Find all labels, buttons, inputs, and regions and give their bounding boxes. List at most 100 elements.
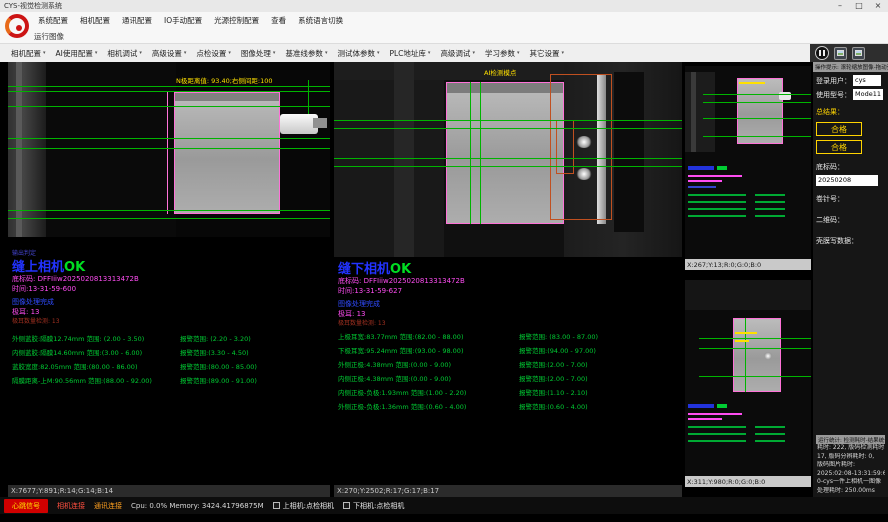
toolbar-label: 测试体参数 (337, 48, 375, 59)
alarm-range-text: 报警范围:(0.60 - 4.00) (519, 404, 588, 412)
toolbar-spotcheck-settings[interactable]: 点检设置▾ (191, 48, 236, 59)
menu-bar: 系统配置 相机配置 通讯配置 IO手动配置 光源控制配置 查看 系统语言切换 (0, 12, 888, 30)
menu-language-switch[interactable]: 系统语言切换 (292, 12, 349, 30)
checkbox-top-camera[interactable] (273, 502, 280, 509)
model-row: 使用型号： Mode11 (816, 89, 885, 100)
close-icon[interactable]: × (872, 0, 884, 12)
toolbar-plc-address[interactable]: PLC地址库▾ (384, 48, 435, 59)
micro-text-green (688, 440, 746, 442)
time-text: 时间:13-31-59-600 (12, 285, 76, 293)
status-bar: 心跳信号 相机连接 通讯连接 Cpu: 0.0% Memory: 3424.41… (0, 497, 888, 514)
toolbar-image-processing[interactable]: 图像处理▾ (236, 48, 281, 59)
menu-light-control-config[interactable]: 光源控制配置 (208, 12, 265, 30)
app-window: CYS-视觉检测系统 – □ × 系统配置 相机配置 通讯配置 IO手动配置 光… (0, 0, 888, 522)
result-line: 缝上相机OK (12, 256, 85, 276)
result-line: 缝下相机OK (338, 258, 411, 278)
preview-bottom-view[interactable] (685, 280, 811, 476)
toolbar-baseline-params[interactable]: 基准线参数▾ (280, 48, 332, 59)
camera-bottom-panel: AI检测模点 缝下相机OK 底标码: DFFIiiw20250208133134… (334, 62, 682, 497)
menu-io-manual-config[interactable]: IO手动配置 (158, 12, 208, 30)
needle-row: 卷针号： (816, 194, 885, 204)
camera-top-panel: N极距离值: 93.40;右侧间距:100 输出判定 缝上相机OK 底标码: D… (8, 62, 330, 497)
chevron-down-icon: ▾ (228, 50, 231, 56)
heartbeat-button[interactable]: 心跳信号 (4, 499, 48, 513)
micro-text-magenta (688, 180, 722, 182)
camera-bottom-view[interactable]: AI检测模点 缝下相机OK 底标码: DFFIiiw20250208133134… (334, 62, 682, 485)
chevron-down-icon: ▾ (472, 50, 475, 56)
stats-line: 版码图片耗时: (816, 461, 885, 470)
measure-line (703, 102, 811, 103)
toolbar-other-settings[interactable]: 其它设置▾ (524, 48, 569, 59)
stats-line: 2025:02:08-13:31:59:65 (816, 470, 885, 479)
preview-top-coordbar: X:267;Y:13;R:0;G:0;B:0 (685, 259, 811, 270)
camera-top-view[interactable]: N极距离值: 93.40;右侧间距:100 输出判定 缝上相机OK 底标码: D… (8, 62, 330, 485)
chevron-down-icon: ▾ (95, 50, 98, 56)
alarm-range-text: 报警范围:(80.00 - 85.00) (180, 364, 257, 372)
toolbar-advanced-settings[interactable]: 高级设置▾ (147, 48, 192, 59)
pause-button[interactable] (815, 46, 829, 60)
toolbar-label: 其它设置 (529, 48, 559, 59)
overlay-measure-text: AI检测模点 (484, 70, 516, 78)
app-logo-icon (5, 14, 29, 38)
checkbox-bottom-camera[interactable] (343, 502, 350, 509)
toolbar-testbody-params[interactable]: 测试体参数▾ (332, 48, 384, 59)
toolbar-ai-config[interactable]: AI使用配置▾ (51, 48, 103, 59)
pixel-coord-text: X:7677;Y:891;R:14;G:14;B:14 (11, 487, 113, 495)
micro-text-green (717, 166, 727, 170)
measurement-text: 内侧蓝胶:隔膜14.60mm 范围:(3.00 - 6.00) (12, 350, 142, 358)
minimize-icon[interactable]: – (834, 0, 846, 12)
measure-line (8, 138, 330, 139)
preview-bottom: X:311;Y:980;R:0;G:0;B:0 (685, 280, 811, 487)
alarm-range-text: 报警范围:(89.00 - 91.00) (180, 378, 257, 386)
chevron-down-icon: ▾ (43, 50, 46, 56)
machine-block (334, 80, 444, 257)
measure-line (8, 106, 330, 107)
preview-top: X:267;Y:13;R:0;G:0;B:0 (685, 66, 811, 270)
micro-text-green (688, 426, 746, 428)
cell-object-mini (733, 318, 781, 392)
menu-view[interactable]: 查看 (265, 12, 292, 30)
alarm-range-text: 报警范围:(2.00 - 7.00) (519, 362, 588, 370)
checkbox-bottom-label: 下相机:点检相机 (353, 501, 404, 511)
toolbar-advanced-debug[interactable]: 高级调试▾ (435, 48, 480, 59)
user-row: 登录用户： cys (816, 75, 885, 86)
maximize-icon[interactable]: □ (853, 0, 865, 12)
measure-vline (745, 318, 746, 392)
toolbar-label: 图像处理 (241, 48, 271, 59)
camera-top-image-button[interactable] (834, 47, 847, 60)
user-value-field[interactable]: cys (853, 75, 881, 86)
micro-text-green (688, 215, 746, 217)
tab-count-text: 极耳: 13 (338, 310, 366, 318)
toolbar-camera-config[interactable]: 相机配置▾ (6, 48, 51, 59)
toolbar-learning-params[interactable]: 学习参数▾ (480, 48, 525, 59)
micro-text-magenta (688, 175, 742, 177)
barcode-value-field[interactable]: 20250208 (816, 175, 878, 186)
toolbar-label: 基准线参数 (285, 48, 323, 59)
toolbar-label: 点检设置 (196, 48, 226, 59)
measure-line (8, 210, 330, 211)
total-result-row: 总结果： (816, 107, 885, 117)
preview-top-view[interactable] (685, 66, 811, 259)
chevron-down-icon: ▾ (428, 50, 431, 56)
tab-run-image[interactable]: 运行图像 (34, 31, 64, 42)
camera-bottom-image-button[interactable] (852, 47, 865, 60)
menu-camera-config[interactable]: 相机配置 (74, 12, 116, 30)
alarm-range-text: 报警范围: (83.00 - 87.00) (519, 334, 598, 342)
pause-icon (819, 50, 821, 56)
toolbar-label: AI使用配置 (56, 48, 93, 59)
toolbar-camera-debug[interactable]: 相机调试▾ (102, 48, 147, 59)
chevron-down-icon: ▾ (139, 50, 142, 56)
menu-comm-config[interactable]: 通讯配置 (116, 12, 158, 30)
time-text: 时间:13-31-59-627 (338, 287, 402, 295)
comm-link-status: 通讯连接 (94, 501, 122, 511)
micro-text-green (755, 215, 785, 217)
measure-line (334, 128, 682, 129)
image-icon (837, 50, 844, 56)
alarm-range-text: 报警范围:(94.00 - 97.00) (519, 348, 596, 356)
view-tab-row: 运行图像 (0, 30, 888, 44)
menu-system-config[interactable]: 系统配置 (32, 12, 74, 30)
tab-check-text: 极耳数量检测: 13 (12, 318, 60, 325)
tab-check-text: 极耳数量检测: 13 (338, 320, 386, 327)
model-value-field[interactable]: Mode11 (853, 89, 883, 100)
alarm-range-text: 报警范围:(2.00 - 7.00) (519, 376, 588, 384)
